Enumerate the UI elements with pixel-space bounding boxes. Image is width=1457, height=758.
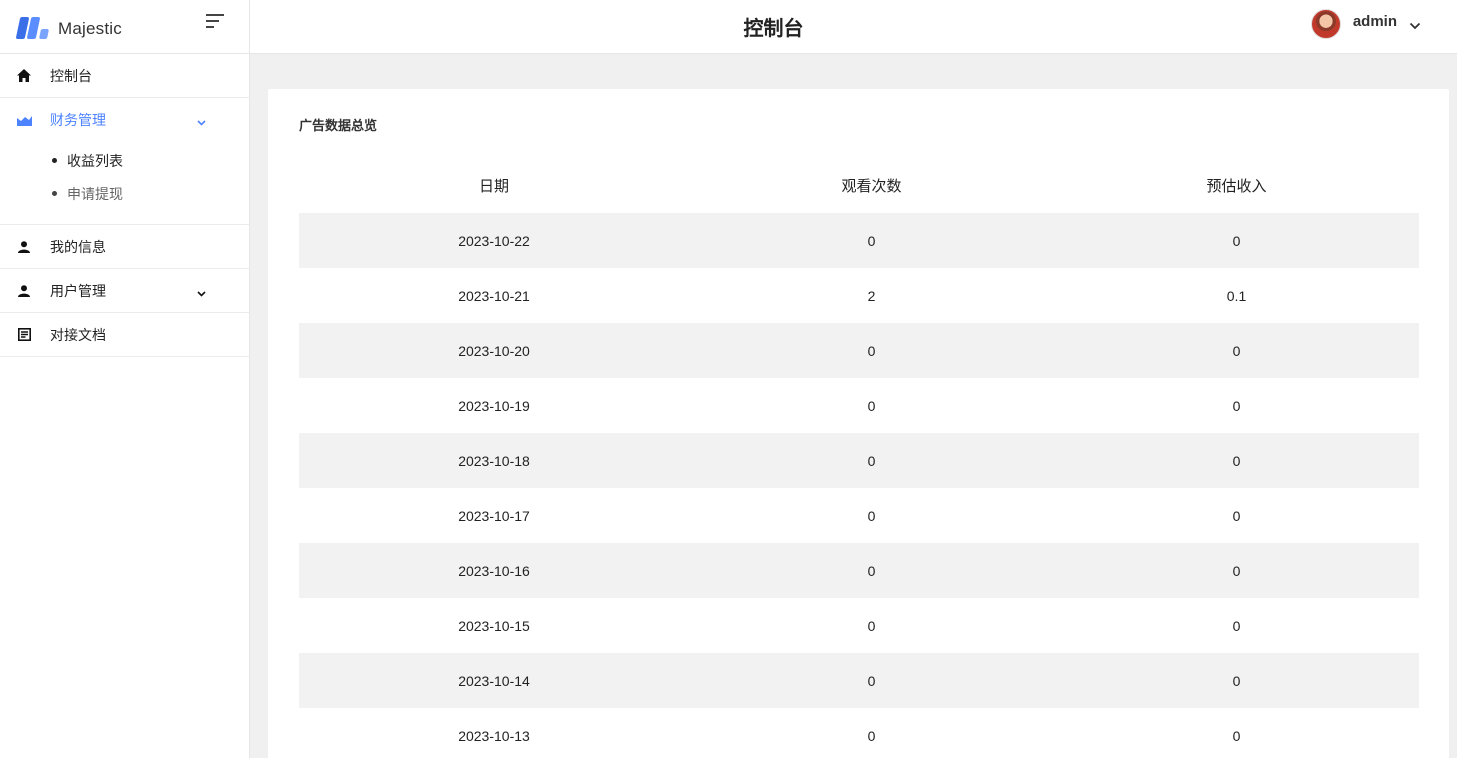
cell-revenue: 0	[1054, 433, 1419, 488]
ad-data-card: 广告数据总览 日期 观看次数 预估收入 2023-10-22 0 0 2023-10…	[268, 89, 1449, 758]
table-row: 2023-10-21 2 0.1	[299, 268, 1419, 323]
sidebar-item-user-management[interactable]: 用户管理	[0, 269, 249, 313]
ad-data-table: 日期 观看次数 预估收入 2023-10-22 0 0 2023-10-21 2 0.1…	[299, 158, 1419, 758]
cell-views: 0	[689, 543, 1054, 598]
chevron-down-icon	[197, 285, 206, 297]
table-row: 2023-10-19 0 0	[299, 378, 1419, 433]
bullet-icon	[52, 158, 57, 163]
cell-date: 2023-10-15	[458, 617, 530, 634]
cell-views: 0	[689, 433, 1054, 488]
sidebar-item-label: 控制台	[50, 68, 92, 85]
cell-views: 0	[867, 397, 876, 414]
table-row: 2023-10-14 0 0	[299, 653, 1419, 708]
table-row: 2023-10-18 0 0	[299, 433, 1419, 488]
majestic-logo-icon	[15, 15, 52, 39]
cell-revenue: 0	[1232, 507, 1241, 524]
table-header-row: 日期 观看次数 预估收入	[299, 158, 1419, 213]
sidebar-item-my-info[interactable]: 我的信息	[0, 225, 249, 269]
sidebar-item-docs[interactable]: 对接文档	[0, 313, 249, 357]
cell-date: 2023-10-22	[299, 213, 689, 268]
chevron-down-icon	[197, 114, 206, 126]
sidebar-subitem-label: 收益列表	[67, 153, 123, 170]
cell-revenue: 0.1	[1226, 287, 1247, 304]
sidebar: Majestic 控制台 财务管理 收益列表 申请提现 我的信息 用户管理 对接…	[0, 0, 250, 758]
cell-views: 0	[689, 323, 1054, 378]
table-row: 2023-10-22 0 0	[299, 213, 1419, 268]
cell-date: 2023-10-18	[299, 433, 689, 488]
user-name: admin	[1352, 12, 1397, 30]
sidebar-item-label: 用户管理	[50, 283, 106, 300]
sidebar-item-label: 财务管理	[50, 113, 106, 129]
cell-views: 0	[689, 213, 1054, 268]
finance-submenu: 收益列表 申请提现	[0, 142, 249, 225]
cell-views: 2	[867, 287, 876, 304]
cell-revenue: 0	[1232, 727, 1241, 744]
cell-views: 0	[867, 507, 876, 524]
cell-revenue: 0	[1232, 397, 1241, 414]
brand: Majestic	[0, 0, 249, 54]
cell-date: 2023-10-13	[458, 727, 530, 744]
cell-revenue: 0	[1232, 617, 1241, 634]
sidebar-item-label: 对接文档	[50, 327, 106, 344]
cell-revenue: 0	[1054, 543, 1419, 598]
user-icon	[16, 283, 32, 299]
cell-date: 2023-10-20	[299, 323, 689, 378]
cell-views: 0	[867, 727, 876, 744]
cell-revenue: 0	[1054, 653, 1419, 708]
menu-toggle-icon[interactable]	[206, 14, 226, 30]
table-row: 2023-10-17 0 0	[299, 488, 1419, 543]
cell-views: 0	[867, 617, 876, 634]
cell-date: 2023-10-19	[458, 397, 530, 414]
cell-date: 2023-10-21	[458, 287, 530, 304]
chart-icon	[16, 112, 32, 128]
user-menu[interactable]: admin	[1310, 9, 1421, 39]
column-header-date: 日期	[478, 177, 509, 195]
card-title: 广告数据总览	[299, 119, 378, 134]
sidebar-subitem-withdraw[interactable]: 申请提现	[0, 177, 249, 210]
brand-name: Majestic	[58, 18, 122, 38]
sidebar-item-label: 我的信息	[50, 239, 106, 256]
table-row: 2023-10-13 0 0	[299, 708, 1419, 758]
table-row: 2023-10-15 0 0	[299, 598, 1419, 653]
column-header-views: 观看次数	[841, 177, 902, 195]
bullet-icon	[52, 191, 57, 196]
chevron-down-icon[interactable]	[1409, 15, 1421, 34]
page-title: 控制台	[743, 16, 804, 40]
sidebar-item-dashboard[interactable]: 控制台	[0, 54, 249, 98]
sidebar-subitem-label: 申请提现	[67, 186, 123, 203]
column-header-revenue: 预估收入	[1206, 177, 1267, 195]
cell-date: 2023-10-16	[299, 543, 689, 598]
cell-revenue: 0	[1054, 213, 1419, 268]
table-row: 2023-10-20 0 0	[299, 323, 1419, 378]
cell-revenue: 0	[1054, 323, 1419, 378]
cell-views: 0	[689, 653, 1054, 708]
cell-date: 2023-10-17	[458, 507, 530, 524]
table-row: 2023-10-16 0 0	[299, 543, 1419, 598]
sidebar-item-finance[interactable]: 财务管理	[0, 98, 249, 142]
document-icon	[16, 327, 32, 343]
sidebar-subitem-earnings[interactable]: 收益列表	[0, 144, 249, 177]
top-header: 控制台 admin	[250, 0, 1457, 54]
cell-date: 2023-10-14	[299, 653, 689, 708]
home-icon	[16, 68, 32, 84]
user-icon	[16, 239, 32, 255]
avatar[interactable]	[1310, 9, 1341, 39]
